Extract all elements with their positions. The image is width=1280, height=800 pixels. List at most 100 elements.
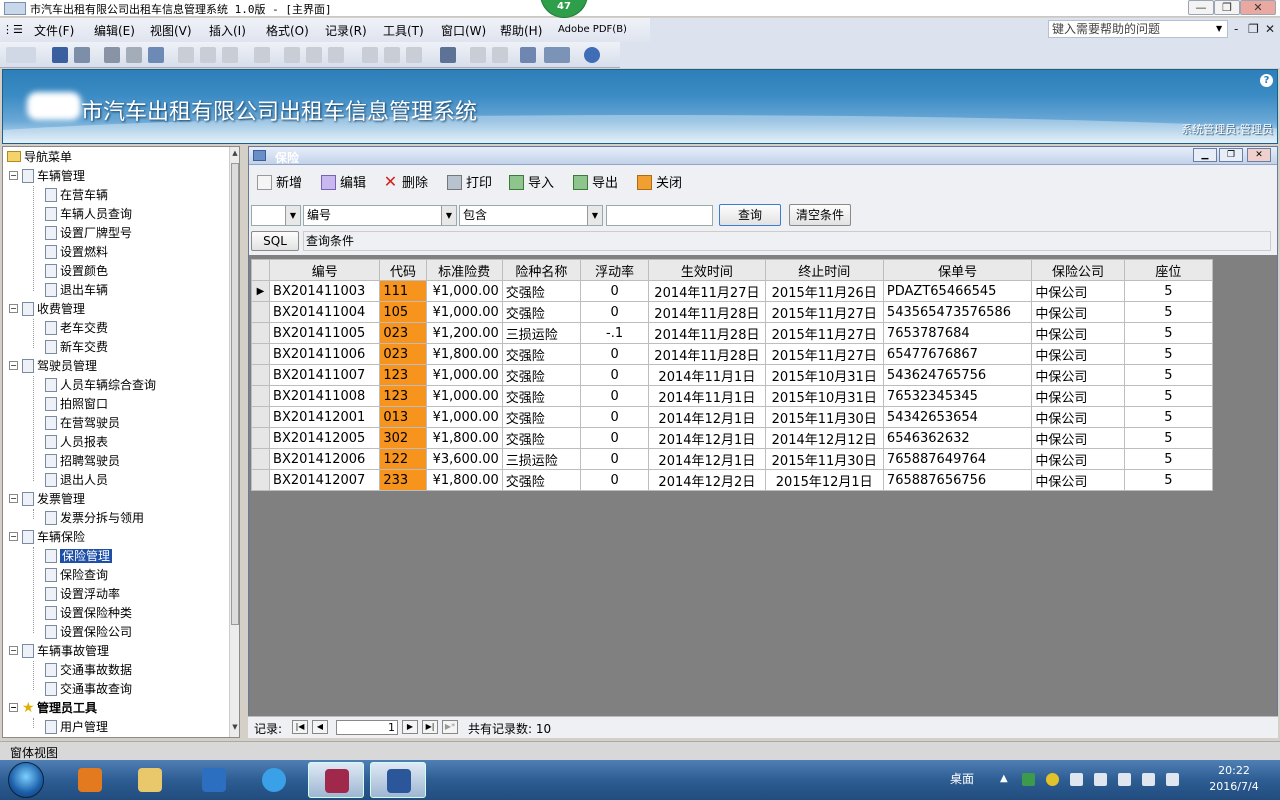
table-row[interactable]: BX201412006 122 ¥3,600.00 三损运险 0 2014年12月1日 20… [250, 448, 1214, 470]
table-cell[interactable]: 765887656756 [882, 469, 1033, 491]
table-cell[interactable]: 2015年10月31日 [764, 364, 884, 386]
filter-value-input[interactable] [606, 205, 713, 226]
clock[interactable]: 20:22 2016/7/4 [1205, 763, 1263, 795]
column-header[interactable]: 浮动率 [579, 259, 650, 281]
table-cell[interactable]: 2014年12月1日 [648, 448, 766, 470]
table-cell[interactable]: 5 [1123, 364, 1214, 386]
table-cell[interactable]: ¥1,000.00 [425, 280, 503, 302]
previous-record-icon[interactable]: ◀ [312, 720, 328, 734]
table-cell[interactable]: 0 [579, 406, 650, 428]
table-cell[interactable]: 023 [379, 343, 427, 365]
table-cell[interactable]: BX201411007 [269, 364, 381, 386]
nav-item-2-2[interactable]: 在营驾驶员 [45, 414, 120, 433]
query-button[interactable]: 查询 [719, 204, 781, 226]
table-cell[interactable]: 2014年11月27日 [648, 280, 766, 302]
table-cell[interactable]: 023 [379, 322, 427, 344]
table-cell[interactable]: 0 [579, 280, 650, 302]
table-cell[interactable]: 2015年11月27日 [764, 343, 884, 365]
column-header[interactable]: 保单号 [882, 259, 1033, 281]
table-cell[interactable]: 5 [1123, 301, 1214, 323]
taskbar-explorer[interactable] [122, 762, 178, 798]
table-cell[interactable]: 5 [1123, 469, 1214, 491]
close-button[interactable]: ✕ [1240, 0, 1276, 15]
table-cell[interactable]: -.1 [579, 322, 650, 344]
nav-item-0-5[interactable]: 退出车辆 [45, 281, 108, 300]
new-object-icon[interactable] [544, 47, 570, 63]
banner-help-icon[interactable]: ? [1260, 74, 1273, 87]
table-cell[interactable]: BX201411003 [269, 280, 381, 302]
table-cell[interactable]: BX201411006 [269, 343, 381, 365]
menu-format[interactable]: 格式(O) [266, 22, 309, 39]
windows-flag-icon[interactable] [1166, 773, 1179, 786]
collapse-icon[interactable]: − [9, 304, 18, 313]
table-cell[interactable]: 2014年11月28日 [648, 343, 766, 365]
table-cell[interactable]: 76532345345 [882, 385, 1033, 407]
table-cell[interactable]: 5 [1123, 406, 1214, 428]
table-row[interactable]: BX201411008 123 ¥1,000.00 交强险 0 2014年11月1日 201… [250, 385, 1214, 407]
table-cell[interactable]: 中保公司 [1031, 364, 1125, 386]
mdi-minimize-icon[interactable]: - [1234, 22, 1238, 36]
table-cell[interactable]: 013 [379, 406, 427, 428]
table-cell[interactable]: 0 [579, 343, 650, 365]
sql-button[interactable]: SQL [251, 231, 299, 251]
table-row[interactable]: BX201412007 233 ¥1,800.00 交强险 0 2014年12月2日 201… [250, 469, 1214, 491]
table-cell[interactable]: 中保公司 [1031, 448, 1125, 470]
table-cell[interactable]: 2014年12月1日 [648, 406, 766, 428]
table-cell[interactable]: 中保公司 [1031, 427, 1125, 449]
query-conditions-field[interactable]: 查询条件 [303, 231, 1271, 251]
form-restore-button[interactable]: ❐ [1219, 148, 1243, 162]
table-cell[interactable]: 交强险 [501, 406, 582, 428]
table-row[interactable]: BX201411005 023 ¥1,200.00 三损运险 -.1 2014年11月28… [250, 322, 1214, 344]
undo-icon[interactable] [254, 47, 270, 63]
collapse-icon[interactable]: − [9, 494, 18, 503]
table-cell[interactable]: 7653787684 [882, 322, 1033, 344]
help-icon[interactable] [584, 47, 600, 63]
table-cell[interactable]: 5 [1123, 322, 1214, 344]
clear-conditions-button[interactable]: 清空条件 [789, 204, 851, 226]
table-row[interactable]: BX201411006 023 ¥1,800.00 交强险 0 2014年11月28日 20… [250, 343, 1214, 365]
table-cell[interactable]: PDAZT65466545 [882, 280, 1033, 302]
table-cell[interactable]: 2014年11月28日 [648, 322, 766, 344]
table-cell[interactable]: 302 [379, 427, 427, 449]
menu-tools[interactable]: 工具(T) [383, 22, 424, 39]
filter-selection-icon[interactable] [362, 47, 378, 63]
mdi-close-icon[interactable]: ✕ [1265, 22, 1275, 36]
table-cell[interactable]: 122 [379, 448, 427, 470]
table-cell[interactable]: BX201411005 [269, 322, 381, 344]
scroll-up-icon[interactable]: ▲ [231, 149, 239, 161]
current-record-input[interactable]: 1 [336, 720, 398, 735]
design-view-icon[interactable] [6, 47, 36, 63]
mdi-restore-icon[interactable]: ❐ [1248, 22, 1259, 36]
table-cell[interactable]: ¥1,000.00 [425, 364, 503, 386]
help-search-input[interactable]: 键入需要帮助的问题 [1048, 20, 1228, 38]
table-row[interactable]: BX201411007 123 ¥1,000.00 交强险 0 2014年11月1日 201… [250, 364, 1214, 386]
print-icon[interactable] [104, 47, 120, 63]
print-preview-icon[interactable] [126, 47, 142, 63]
table-cell[interactable]: 0 [579, 469, 650, 491]
nav-item-1-0[interactable]: 老车交费 [45, 319, 108, 338]
new-record-nav-icon[interactable]: ▶* [442, 720, 458, 734]
column-header[interactable]: 标准险费 [425, 259, 503, 281]
table-cell[interactable]: 543565473576586 [882, 301, 1033, 323]
add-button[interactable]: 新增 [257, 174, 302, 194]
close-form-button[interactable]: 关闭 [637, 174, 682, 194]
row-selector-header[interactable] [250, 259, 271, 281]
table-cell[interactable]: 交强险 [501, 364, 582, 386]
table-cell[interactable]: ¥1,000.00 [425, 406, 503, 428]
table-cell[interactable]: 0 [579, 385, 650, 407]
table-cell[interactable]: ¥1,200.00 [425, 322, 503, 344]
table-cell[interactable]: BX201412005 [269, 427, 381, 449]
copy-icon[interactable] [200, 47, 216, 63]
nav-item-4-1[interactable]: 保险查询 [45, 566, 108, 585]
row-selector[interactable] [250, 385, 271, 407]
table-cell[interactable]: 三损运险 [501, 448, 582, 470]
collapse-icon[interactable]: − [9, 532, 18, 541]
nav-item-2-5[interactable]: 退出人员 [45, 471, 108, 490]
last-record-icon[interactable]: ▶| [422, 720, 438, 734]
table-cell[interactable]: 交强险 [501, 427, 582, 449]
database-window-icon[interactable] [520, 47, 536, 63]
table-cell[interactable]: 2014年12月2日 [648, 469, 766, 491]
column-header[interactable]: 终止时间 [764, 259, 884, 281]
nav-item-0-3[interactable]: 设置燃料 [45, 243, 108, 262]
spelling-icon[interactable] [148, 47, 164, 63]
